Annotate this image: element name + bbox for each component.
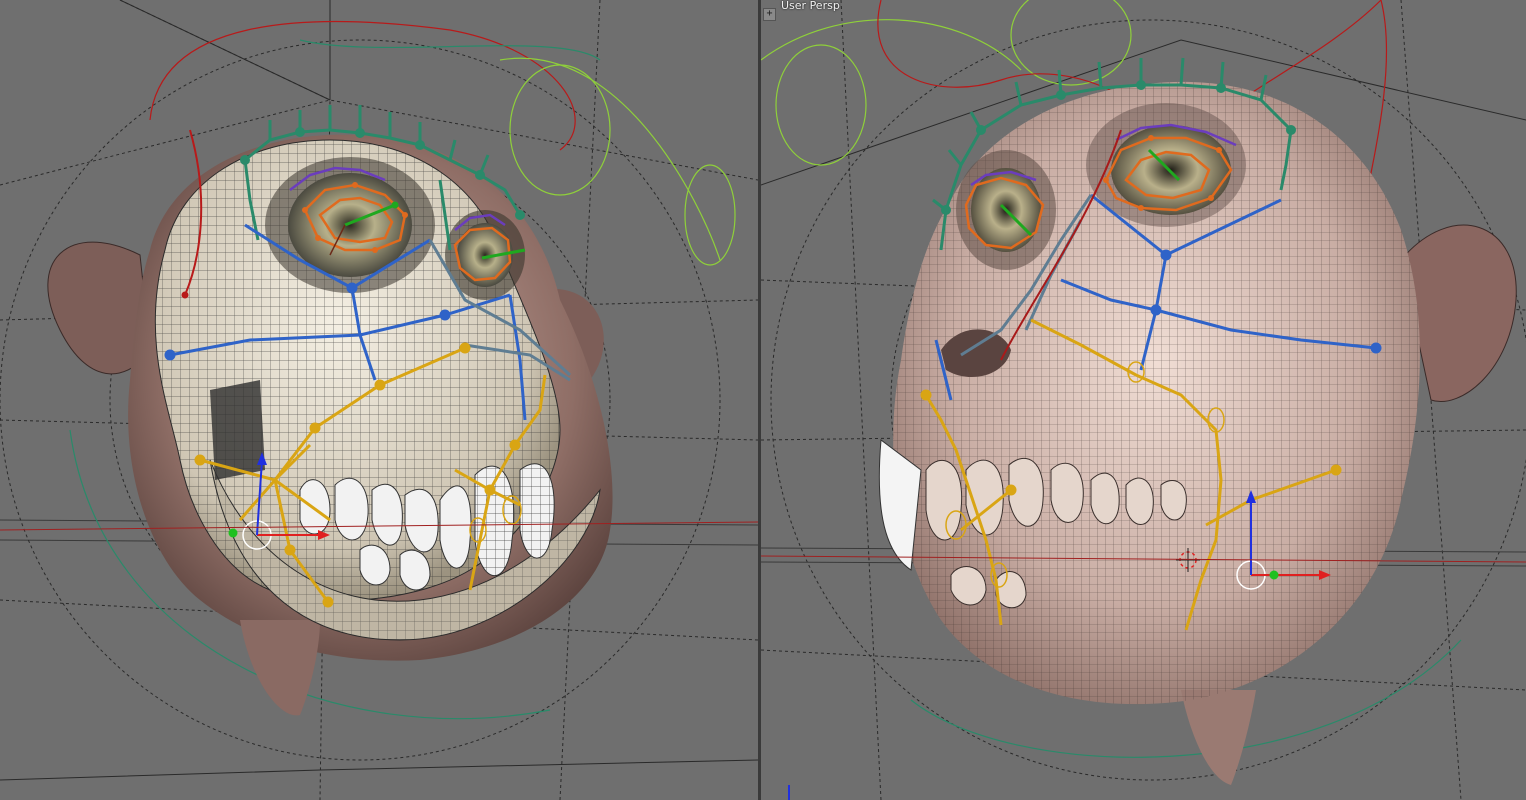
viewport-left[interactable]	[0, 0, 758, 800]
viewport-view-label: User Persp	[781, 0, 840, 12]
viewport-left-canvas[interactable]	[0, 0, 758, 800]
neck-flap	[1181, 690, 1256, 785]
neck-flap	[240, 620, 320, 716]
viewport-split-button[interactable]: +	[763, 8, 776, 21]
viewport-right[interactable]: + User Persp	[761, 0, 1526, 800]
viewport-right-canvas[interactable]	[761, 0, 1526, 800]
